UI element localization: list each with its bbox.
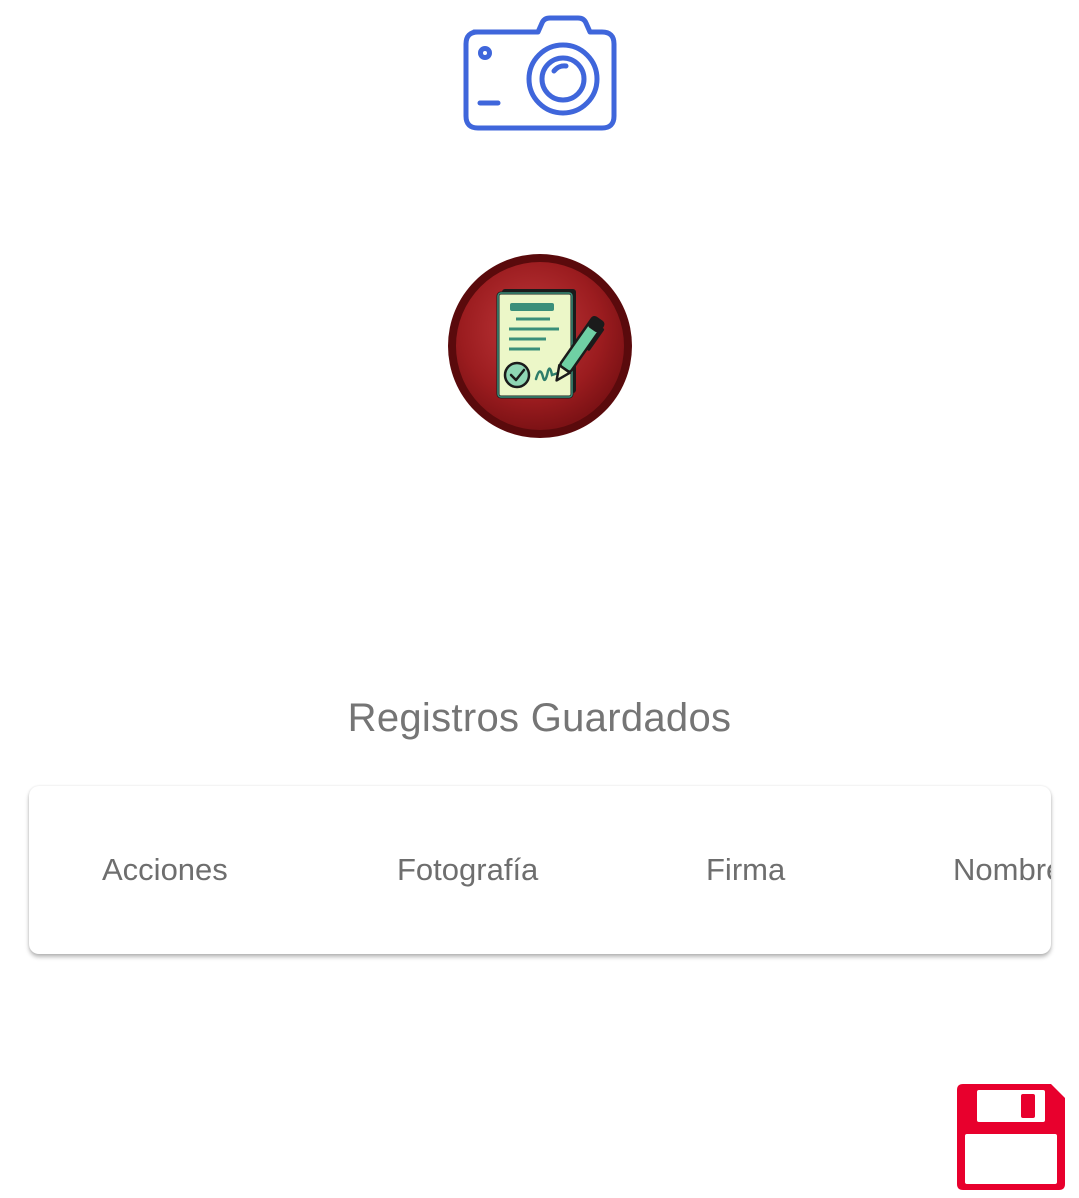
table-header-row: Acciones Fotografía Firma Nombre xyxy=(29,786,1051,954)
column-header-acciones[interactable]: Acciones xyxy=(102,850,228,890)
column-header-fotografia[interactable]: Fotografía xyxy=(397,850,538,890)
column-header-firma[interactable]: Firma xyxy=(706,850,785,890)
saved-records-title: Registros Guardados xyxy=(347,696,732,740)
signature-button[interactable] xyxy=(446,253,634,439)
camera-icon xyxy=(463,15,617,131)
save-button[interactable] xyxy=(955,1082,1067,1192)
column-header-nombre[interactable]: Nombre xyxy=(953,850,1051,890)
camera-button[interactable] xyxy=(462,14,618,134)
floppy-disk-icon xyxy=(957,1084,1065,1190)
signature-document-icon xyxy=(448,254,632,438)
records-table[interactable]: Acciones Fotografía Firma Nombre xyxy=(29,786,1051,954)
